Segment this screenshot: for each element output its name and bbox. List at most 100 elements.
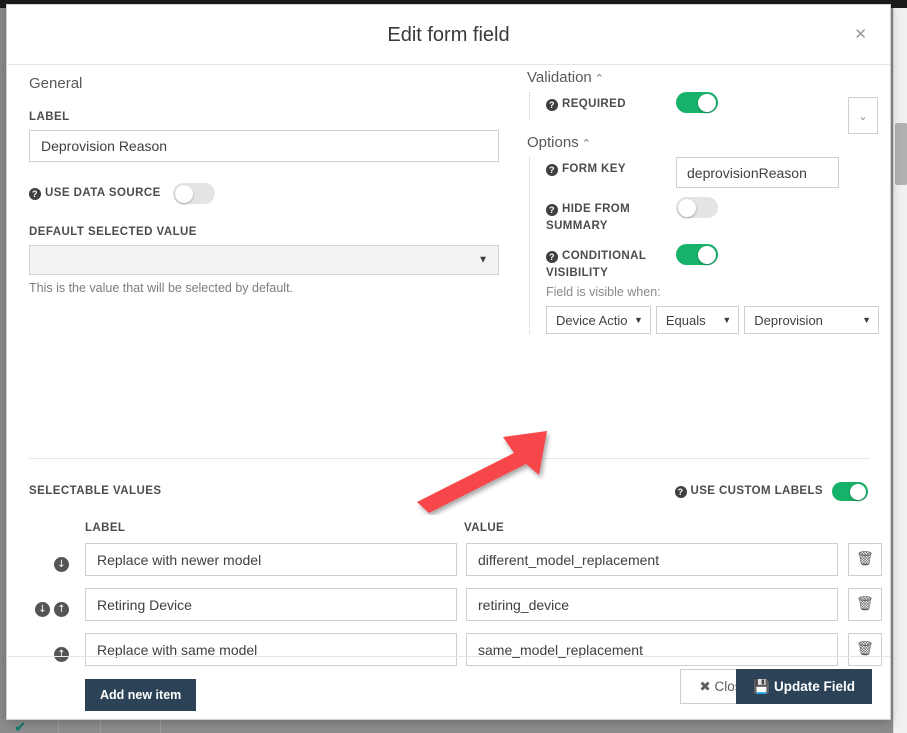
options-heading-label: Options (527, 134, 579, 151)
options-heading[interactable]: Options ⌃ (527, 134, 879, 151)
row-label-input[interactable] (85, 543, 457, 576)
condition-value-value: Deprovision (754, 312, 823, 328)
general-panel: General LABEL ?USE DATA SOURCE DEFAULT S… (29, 75, 499, 295)
annotation-arrow (417, 431, 547, 513)
use-custom-labels-caption: ? USE CUSTOM LABELS (674, 485, 823, 498)
table-row: ↓ ↑ 🗑 (29, 588, 882, 633)
toggle-knob (678, 198, 696, 217)
help-icon[interactable]: ? (674, 486, 687, 498)
toggle-knob (174, 184, 193, 203)
move-down-icon[interactable]: ↓ (35, 601, 50, 617)
page-background-bottom (0, 719, 907, 733)
dialog-body: General LABEL ?USE DATA SOURCE DEFAULT S… (7, 65, 890, 711)
default-selected-value-group: DEFAULT SELECTED VALUE ▼ This is the val… (29, 226, 499, 295)
row-value-input[interactable] (466, 543, 838, 576)
help-icon[interactable]: ? (546, 251, 558, 263)
dialog-footer: ✖ Close 💾 Update Field (7, 656, 890, 719)
column-header-label: LABEL (85, 522, 126, 534)
delete-row-button[interactable]: 🗑 (848, 543, 882, 576)
condition-value-select[interactable]: Deprovision ▼ (744, 306, 879, 334)
label-input[interactable] (29, 130, 499, 162)
toggle-knob (850, 483, 866, 500)
table-row: ↓ 🗑 (29, 543, 882, 588)
dialog-title: Edit form field (387, 24, 510, 46)
default-selected-value-helper: This is the value that will be selected … (29, 281, 294, 295)
chevron-down-icon: ▼ (862, 315, 871, 325)
move-up-icon[interactable]: ↑ (54, 601, 69, 617)
conditional-visibility-toggle[interactable] (676, 244, 718, 265)
selectable-values-heading: SELECTABLE VALUES (29, 485, 162, 497)
form-key-input[interactable] (676, 157, 839, 188)
row-reorder-controls: ↓ (29, 553, 85, 575)
condition-field-value: Device Actio (556, 312, 628, 328)
trash-icon: 🗑 (856, 596, 874, 612)
help-icon[interactable]: ? (546, 99, 558, 111)
required-expand-button[interactable]: ⌄ (848, 97, 878, 134)
condition-field-select[interactable]: Device Actio ▼ (546, 306, 651, 334)
trash-icon: 🗑 (856, 551, 874, 567)
close-x-icon[interactable]: ✕ (854, 27, 867, 42)
screen: ✔ Edit form field ✕ General LABEL ?USE D… (0, 0, 907, 733)
validation-group-body: ? REQUIRED (529, 92, 879, 120)
trash-icon: 🗑 (856, 641, 874, 657)
form-key-control (676, 157, 879, 188)
delete-row-button[interactable]: 🗑 (848, 588, 882, 621)
options-group-body: ?FORM KEY ?HIDE FROM SUMMARY (529, 157, 879, 334)
row-label-input[interactable] (85, 588, 457, 621)
use-custom-labels-group: ? USE CUSTOM LABELS (674, 482, 868, 501)
page-scrollbar[interactable] (893, 8, 907, 733)
hide-from-summary-row: ? HIDE FROM SUMMARY (546, 197, 879, 235)
use-custom-labels-toggle[interactable] (832, 482, 868, 501)
page-scrollbar-thumb[interactable] (895, 123, 907, 185)
chevron-down-icon: ⌄ (858, 111, 868, 123)
required-caption: ? REQUIRED (546, 92, 676, 113)
dialog-header: Edit form field ✕ (7, 5, 890, 65)
update-field-button[interactable]: 💾 Update Field (736, 669, 872, 704)
background-check-icon: ✔ (14, 722, 27, 733)
save-icon: 💾 (753, 678, 771, 694)
row-reorder-controls: ↓ ↑ (29, 598, 85, 620)
section-divider (29, 458, 870, 459)
help-icon[interactable]: ? (29, 188, 41, 200)
hide-from-summary-control (676, 197, 879, 218)
conditional-visibility-control (676, 244, 879, 265)
edit-form-field-dialog: Edit form field ✕ General LABEL ?USE DAT… (6, 4, 891, 720)
required-toggle[interactable] (676, 92, 718, 113)
condition-builder: Device Actio ▼ Equals ▼ Deprovision ▼ (546, 306, 879, 334)
condition-operator-value: Equals (665, 312, 706, 328)
toggle-knob (698, 93, 716, 112)
chevron-down-icon: ▼ (478, 254, 488, 266)
use-data-source-caption: ? USE DATA SOURCE (29, 187, 161, 200)
hide-from-summary-caption: ? HIDE FROM SUMMARY (546, 203, 631, 232)
toggle-knob (698, 245, 716, 264)
close-icon: ✖ (699, 678, 711, 694)
label-caption: LABEL (29, 111, 70, 123)
hide-from-summary-toggle[interactable] (676, 197, 718, 218)
column-header-value: VALUE (464, 522, 505, 534)
chevron-up-icon: ⌃ (581, 138, 591, 150)
visible-when-text: Field is visible when: (546, 285, 661, 299)
background-grid-line (100, 719, 101, 733)
row-value-input[interactable] (466, 588, 838, 621)
chevron-down-icon: ▼ (722, 315, 732, 325)
default-selected-value-select[interactable]: ▼ (29, 245, 499, 275)
background-grid-line (160, 719, 161, 733)
validation-heading-label: Validation (527, 69, 592, 86)
validation-heading[interactable]: Validation ⌃ (527, 69, 879, 86)
validation-options-panel: Validation ⌃ ? REQUIRED Options ⌃ ? FORM… (527, 69, 879, 334)
label-field-group: LABEL (29, 111, 499, 162)
chevron-down-icon: ▼ (633, 315, 643, 325)
help-icon[interactable]: ? (546, 204, 558, 216)
use-data-source-toggle[interactable] (172, 183, 215, 204)
default-selected-value-caption: DEFAULT SELECTED VALUE (29, 226, 197, 238)
update-field-button-label: Update Field (773, 678, 855, 694)
form-key-caption: ? FORM KEY (546, 157, 676, 178)
use-data-source-group: ? USE DATA SOURCE (29, 183, 499, 204)
conditional-visibility-caption: ? CONDITIONAL VISIBILITY (546, 250, 647, 279)
help-icon[interactable]: ? (546, 164, 558, 176)
chevron-up-icon: ⌃ (594, 73, 604, 85)
condition-operator-select[interactable]: Equals ▼ (655, 306, 740, 334)
move-down-icon[interactable]: ↓ (54, 556, 69, 572)
conditional-visibility-row: ? CONDITIONAL VISIBILITY (546, 244, 879, 282)
form-key-row: ? FORM KEY (546, 157, 879, 188)
